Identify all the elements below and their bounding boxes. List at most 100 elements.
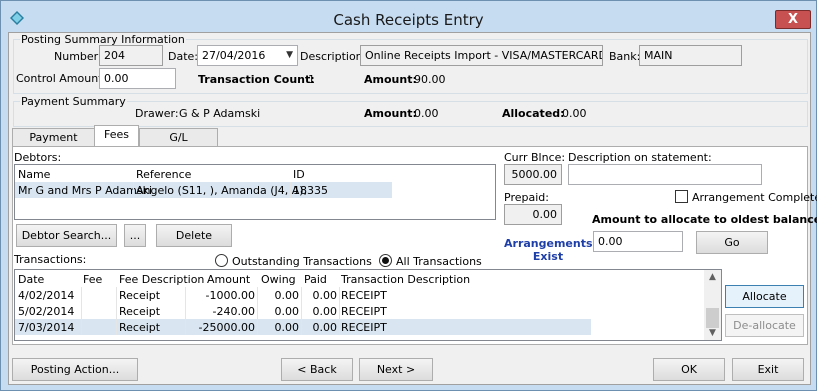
table-row[interactable]: 7/03/2014 Receipt -25000.00 0.00 0.00 RE… bbox=[15, 319, 591, 335]
debtors-col-id[interactable]: ID bbox=[293, 168, 305, 181]
transaction-fee-description: Receipt bbox=[119, 321, 161, 334]
back-button[interactable]: < Back bbox=[281, 358, 353, 381]
transactions-col-fee-description[interactable]: Fee Description bbox=[119, 273, 204, 286]
transactions-col-description[interactable]: Transaction Description bbox=[341, 273, 470, 286]
deallocate-button[interactable]: De-allocate bbox=[725, 314, 804, 337]
debtors-col-reference[interactable]: Reference bbox=[136, 168, 191, 181]
table-row[interactable]: Mr G and Mrs P Adamski Angelo (S11, ), A… bbox=[15, 182, 392, 198]
arrangement-complete-checkbox[interactable] bbox=[675, 190, 688, 203]
debtor-search-button[interactable]: Debtor Search... bbox=[16, 224, 117, 247]
curr-balance-label: Curr Blnce: bbox=[504, 151, 566, 164]
column-divider bbox=[185, 303, 186, 319]
column-divider bbox=[257, 319, 258, 335]
transactions-label: Transactions: bbox=[14, 253, 87, 266]
tab-payment-detail[interactable]: Payment Detail bbox=[12, 128, 95, 161]
allocate-button[interactable]: Allocate bbox=[725, 285, 804, 308]
title-bar[interactable]: Cash Receipts Entry X bbox=[2, 2, 815, 32]
scroll-up-icon[interactable]: ▲ bbox=[704, 272, 721, 282]
date-field[interactable]: 27/04/2016 ▼ bbox=[197, 45, 298, 66]
control-amount-field[interactable]: 0.00 bbox=[99, 68, 176, 89]
ok-button[interactable]: OK bbox=[653, 358, 725, 381]
description-field[interactable]: Online Receipts Import - VISA/MASTERCARD bbox=[360, 45, 603, 66]
column-divider bbox=[301, 303, 302, 319]
posting-action-button[interactable]: Posting Action... bbox=[12, 358, 138, 381]
amount-to-allocate-label: Amount to allocate to oldest balance: bbox=[592, 213, 817, 226]
debtors-list[interactable]: Name Reference ID Mr G and Mrs P Adamski… bbox=[14, 164, 496, 220]
all-transactions-radio[interactable] bbox=[379, 254, 392, 267]
column-divider bbox=[257, 303, 258, 319]
tab-gl-allocations[interactable]: G/L Allocations bbox=[139, 128, 218, 161]
allocated-value: 0.00 bbox=[562, 107, 587, 120]
chevron-down-icon[interactable]: ▼ bbox=[286, 50, 293, 60]
prepaid-label: Prepaid: bbox=[504, 191, 549, 204]
payment-summary-heading: Payment Summary bbox=[20, 95, 127, 108]
column-divider bbox=[81, 319, 82, 335]
column-divider bbox=[116, 303, 117, 319]
bank-field[interactable]: MAIN bbox=[639, 45, 742, 66]
transaction-amount: -1000.00 bbox=[205, 289, 255, 302]
window-title: Cash Receipts Entry bbox=[333, 11, 484, 29]
transactions-col-fee[interactable]: Fee bbox=[83, 273, 102, 286]
transactions-scrollbar[interactable]: ▲ ▼ bbox=[704, 270, 721, 340]
date-label: Date: bbox=[168, 50, 198, 63]
tab-fees[interactable]: Fees bbox=[94, 125, 139, 147]
date-value: 27/04/2016 bbox=[202, 49, 266, 62]
column-divider bbox=[290, 182, 291, 198]
transaction-owing: 0.00 bbox=[274, 321, 300, 334]
scroll-thumb[interactable] bbox=[706, 308, 719, 328]
transaction-owing: 0.00 bbox=[274, 289, 300, 302]
fees-tab-panel: Debtors: Name Reference ID Mr G and Mrs … bbox=[12, 146, 817, 345]
column-divider bbox=[339, 303, 340, 319]
transactions-col-paid[interactable]: Paid bbox=[304, 273, 327, 286]
amount-to-allocate-field[interactable]: 0.00 bbox=[593, 231, 683, 252]
column-divider bbox=[257, 287, 258, 303]
scroll-down-icon[interactable]: ▼ bbox=[704, 328, 721, 338]
transaction-count-label: Transaction Count: bbox=[198, 73, 315, 86]
next-button[interactable]: Next > bbox=[359, 358, 433, 381]
cash-receipts-window: Cash Receipts Entry X Posting Summary In… bbox=[0, 0, 817, 391]
payment-amount-label: Amount: bbox=[364, 107, 417, 120]
table-row[interactable]: 5/02/2014 Receipt -240.00 0.00 0.00 RECE… bbox=[15, 303, 591, 319]
debtor-reference: Angelo (S11, ), Amanda (J4, A), bbox=[136, 184, 308, 197]
column-divider bbox=[116, 319, 117, 335]
column-divider bbox=[81, 287, 82, 303]
column-divider bbox=[185, 319, 186, 335]
posting-amount-value: 90.00 bbox=[414, 73, 446, 86]
browse-button[interactable]: ... bbox=[124, 224, 146, 247]
delete-button[interactable]: Delete bbox=[156, 224, 232, 247]
table-row[interactable]: 4/02/2014 Receipt -1000.00 0.00 0.00 REC… bbox=[15, 287, 591, 303]
outstanding-transactions-radio[interactable] bbox=[215, 254, 228, 267]
debtors-label: Debtors: bbox=[14, 151, 62, 164]
payment-amount-value: 0.00 bbox=[414, 107, 439, 120]
bank-label: Bank: bbox=[609, 50, 641, 63]
column-divider bbox=[185, 287, 186, 303]
column-divider bbox=[133, 182, 134, 198]
transaction-amount: -25000.00 bbox=[198, 321, 255, 334]
arrangement-complete-label: Arrangement Complete bbox=[692, 191, 817, 204]
transaction-amount: -240.00 bbox=[212, 305, 255, 318]
close-button[interactable]: X bbox=[775, 10, 811, 29]
transaction-owing: 0.00 bbox=[274, 305, 300, 318]
number-field[interactable]: 204 bbox=[99, 45, 163, 66]
description-label: Description: bbox=[300, 50, 367, 63]
debtors-col-name[interactable]: Name bbox=[18, 168, 50, 181]
arrangements-exist-line2: Exist bbox=[532, 250, 564, 263]
go-button[interactable]: Go bbox=[696, 231, 768, 254]
transactions-col-date[interactable]: Date bbox=[18, 273, 44, 286]
transaction-description: RECEIPT bbox=[341, 289, 387, 302]
drawer-label: Drawer: bbox=[135, 107, 179, 120]
transaction-description: RECEIPT bbox=[341, 305, 387, 318]
posting-amount-label: Amount: bbox=[364, 73, 417, 86]
drawer-value: G & P Adamski bbox=[179, 107, 261, 120]
arrangements-exist-line1: Arrangements bbox=[504, 237, 593, 250]
column-divider bbox=[339, 287, 340, 303]
transactions-col-owing[interactable]: Owing bbox=[261, 273, 296, 286]
transaction-fee-description: Receipt bbox=[119, 289, 161, 302]
transactions-col-amount[interactable]: Amount bbox=[207, 273, 250, 286]
number-label: Number: bbox=[54, 50, 102, 63]
column-divider bbox=[116, 287, 117, 303]
transactions-list[interactable]: Date Fee Fee Description Amount Owing Pa… bbox=[14, 269, 722, 341]
description-on-statement-field[interactable] bbox=[568, 164, 762, 185]
exit-button[interactable]: Exit bbox=[732, 358, 804, 381]
column-divider bbox=[301, 319, 302, 335]
